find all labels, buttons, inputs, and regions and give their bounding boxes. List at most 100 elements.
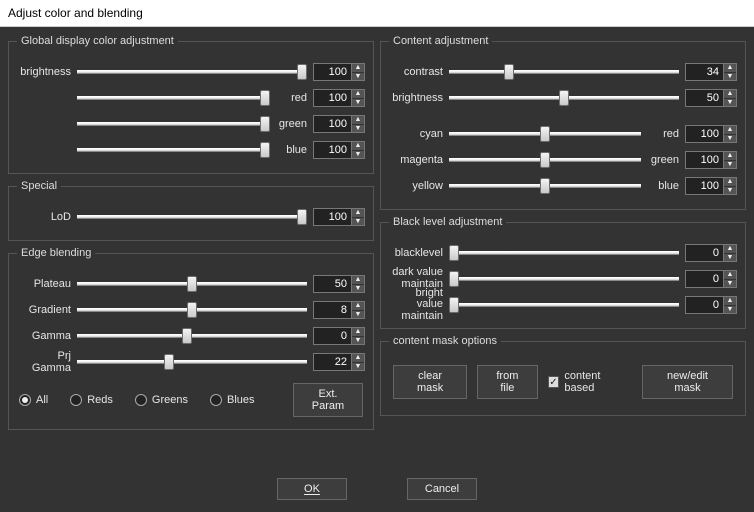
cbrightness-value[interactable]: 50: [685, 89, 723, 107]
content-based-checkbox[interactable]: ✓ content based: [548, 370, 632, 394]
cbrightness-slider[interactable]: [449, 91, 679, 105]
blacklevel-slider[interactable]: [449, 246, 679, 260]
spin-up-icon[interactable]: ▲: [352, 209, 364, 218]
spin-down-icon[interactable]: ▼: [352, 99, 364, 107]
darkvalue-spin[interactable]: 0 ▲▼: [685, 270, 737, 288]
radio-greens[interactable]: Greens: [135, 394, 188, 406]
new-edit-mask-button[interactable]: new/edit mask: [642, 365, 733, 399]
spin-up-icon[interactable]: ▲: [352, 354, 364, 363]
spin-up-icon[interactable]: ▲: [352, 142, 364, 151]
blue-slider[interactable]: [77, 143, 269, 157]
spin-up-icon[interactable]: ▲: [724, 126, 736, 135]
green-value[interactable]: 100: [313, 115, 351, 133]
spin-down-icon[interactable]: ▼: [352, 73, 364, 81]
gradient-value[interactable]: 8: [313, 301, 351, 319]
spin-down-icon[interactable]: ▼: [352, 218, 364, 226]
spin-down-icon[interactable]: ▼: [724, 187, 736, 195]
spin-up-icon[interactable]: ▲: [724, 152, 736, 161]
spin-down-icon[interactable]: ▼: [352, 311, 364, 319]
radio-all[interactable]: All: [19, 394, 48, 406]
lod-spin[interactable]: 100 ▲▼: [313, 208, 365, 226]
gamma-value[interactable]: 0: [313, 327, 351, 345]
gradient-spin[interactable]: 8 ▲▼: [313, 301, 365, 319]
darkvalue-slider[interactable]: [449, 272, 679, 286]
brightness-spin[interactable]: 100 ▲▼: [313, 63, 365, 81]
magenta-slider[interactable]: [449, 153, 641, 167]
cyan-spin[interactable]: 100 ▲▼: [685, 125, 737, 143]
contrast-spin[interactable]: 34 ▲▼: [685, 63, 737, 81]
yellow-spin[interactable]: 100 ▲▼: [685, 177, 737, 195]
from-file-button[interactable]: from file: [477, 365, 537, 399]
blacklevel-spin[interactable]: 0 ▲▼: [685, 244, 737, 262]
spin-up-icon[interactable]: ▲: [352, 302, 364, 311]
darkvalue-value[interactable]: 0: [685, 270, 723, 288]
spin-up-icon[interactable]: ▲: [724, 64, 736, 73]
spin-up-icon[interactable]: ▲: [352, 64, 364, 73]
spin-up-icon[interactable]: ▲: [352, 276, 364, 285]
gradient-slider[interactable]: [77, 303, 307, 317]
spin-down-icon[interactable]: ▼: [724, 161, 736, 169]
yellow-value[interactable]: 100: [685, 177, 723, 195]
red-value[interactable]: 100: [313, 89, 351, 107]
spin-down-icon[interactable]: ▼: [724, 254, 736, 262]
plateau-value[interactable]: 50: [313, 275, 351, 293]
spin-down-icon[interactable]: ▼: [724, 280, 736, 288]
spin-down-icon[interactable]: ▼: [352, 125, 364, 133]
brightvalue-slider[interactable]: [449, 298, 679, 312]
group-content-mask: content mask options clear mask from fil…: [380, 335, 746, 416]
spin-down-icon[interactable]: ▼: [724, 73, 736, 81]
red-spin[interactable]: 100 ▲▼: [313, 89, 365, 107]
yellow-slider[interactable]: [449, 179, 641, 193]
green-slider[interactable]: [77, 117, 269, 131]
green-spin[interactable]: 100 ▲▼: [313, 115, 365, 133]
lod-value[interactable]: 100: [313, 208, 351, 226]
brightvalue-spin[interactable]: 0 ▲▼: [685, 296, 737, 314]
spin-up-icon[interactable]: ▲: [352, 90, 364, 99]
blacklevel-value[interactable]: 0: [685, 244, 723, 262]
spin-up-icon[interactable]: ▲: [352, 328, 364, 337]
spin-up-icon[interactable]: ▲: [724, 178, 736, 187]
group-black-legend: Black level adjustment: [389, 216, 506, 228]
spin-up-icon[interactable]: ▲: [352, 116, 364, 125]
group-mask-legend: content mask options: [389, 335, 501, 347]
spin-down-icon[interactable]: ▼: [724, 135, 736, 143]
plateau-spin[interactable]: 50 ▲▼: [313, 275, 365, 293]
radio-blues[interactable]: Blues: [210, 394, 255, 406]
radio-reds[interactable]: Reds: [70, 394, 113, 406]
magenta-value[interactable]: 100: [685, 151, 723, 169]
spin-up-icon[interactable]: ▲: [724, 271, 736, 280]
ext-param-button[interactable]: Ext. Param: [293, 383, 363, 417]
cyan-slider[interactable]: [449, 127, 641, 141]
contrast-slider[interactable]: [449, 65, 679, 79]
clear-mask-button[interactable]: clear mask: [393, 365, 467, 399]
lod-slider[interactable]: [77, 210, 307, 224]
spin-down-icon[interactable]: ▼: [352, 363, 364, 371]
brightness-value[interactable]: 100: [313, 63, 351, 81]
gamma-spin[interactable]: 0 ▲▼: [313, 327, 365, 345]
brightness-slider[interactable]: [77, 65, 307, 79]
ok-button[interactable]: OK: [277, 478, 347, 500]
gamma-slider[interactable]: [77, 329, 307, 343]
radio-dot-icon: [135, 394, 147, 406]
spin-up-icon[interactable]: ▲: [724, 90, 736, 99]
magenta-spin[interactable]: 100 ▲▼: [685, 151, 737, 169]
cyan-value[interactable]: 100: [685, 125, 723, 143]
spin-down-icon[interactable]: ▼: [724, 99, 736, 107]
spin-down-icon[interactable]: ▼: [352, 151, 364, 159]
spin-down-icon[interactable]: ▼: [724, 306, 736, 314]
blue-spin[interactable]: 100 ▲▼: [313, 141, 365, 159]
prjgamma-slider[interactable]: [77, 355, 307, 369]
spin-down-icon[interactable]: ▼: [352, 337, 364, 345]
cbrightness-spin[interactable]: 50 ▲▼: [685, 89, 737, 107]
prjgamma-value[interactable]: 22: [313, 353, 351, 371]
plateau-slider[interactable]: [77, 277, 307, 291]
prjgamma-spin[interactable]: 22 ▲▼: [313, 353, 365, 371]
spin-up-icon[interactable]: ▲: [724, 245, 736, 254]
blue-value[interactable]: 100: [313, 141, 351, 159]
spin-up-icon[interactable]: ▲: [724, 297, 736, 306]
spin-down-icon[interactable]: ▼: [352, 285, 364, 293]
brightvalue-value[interactable]: 0: [685, 296, 723, 314]
cancel-button[interactable]: Cancel: [407, 478, 477, 500]
red-slider[interactable]: [77, 91, 269, 105]
contrast-value[interactable]: 34: [685, 63, 723, 81]
